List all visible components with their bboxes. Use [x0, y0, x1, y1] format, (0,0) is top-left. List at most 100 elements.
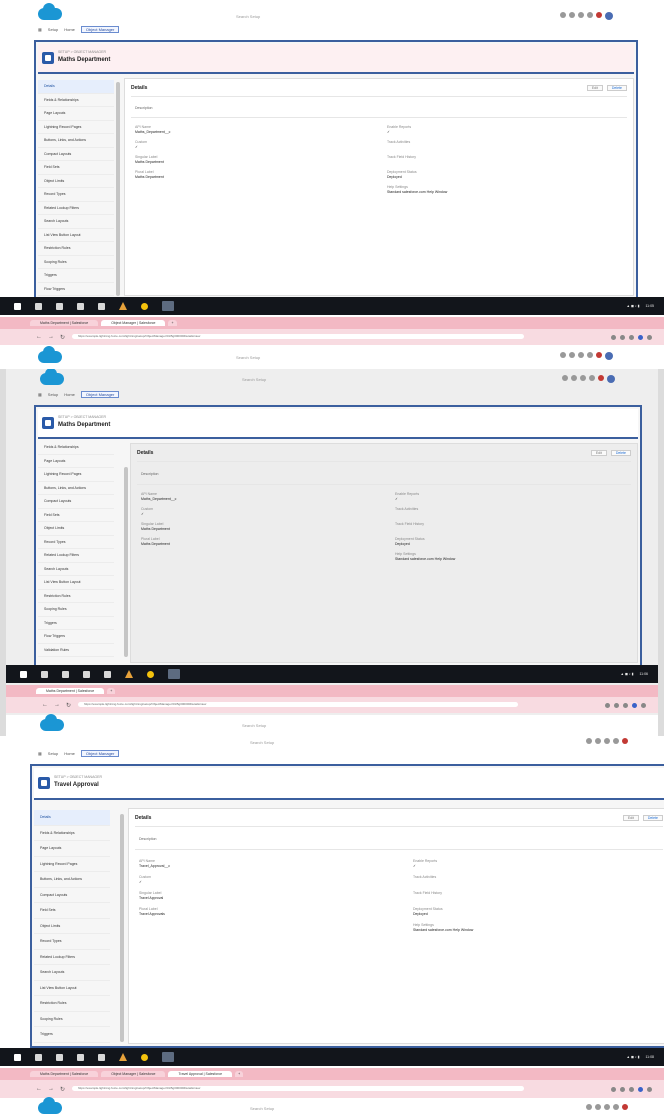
address-bar[interactable]: https://example.lightning.force.com/ligh…	[72, 334, 524, 339]
help-icon[interactable]	[604, 738, 610, 744]
file-explorer-icon[interactable]	[77, 1053, 84, 1061]
extension-icon[interactable]	[620, 1087, 625, 1092]
sidebar-scrollbar[interactable]	[120, 814, 124, 1042]
sidebar-item[interactable]: Page Layouts	[34, 841, 110, 857]
sidebar-item[interactable]: Triggers	[38, 617, 114, 630]
search-input[interactable]: Search Setup	[250, 740, 274, 745]
favorites-icon[interactable]	[586, 738, 592, 744]
delete-button[interactable]: Delete	[606, 85, 627, 91]
sidebar-item[interactable]: Lightning Record Pages	[38, 121, 114, 134]
help-icon[interactable]	[578, 352, 584, 358]
profile-icon[interactable]	[638, 1087, 643, 1092]
sidebar-item[interactable]: Buttons, Links, and Actions	[38, 134, 114, 148]
sidebar-item[interactable]: Restriction Rules	[34, 996, 110, 1012]
breadcrumb[interactable]: SETUP > OBJECT MANAGER	[58, 50, 106, 54]
sidebar-item[interactable]: Related Lookup Filters	[34, 950, 110, 965]
windows-start-icon[interactable]	[20, 670, 27, 678]
active-app-icon[interactable]	[162, 1052, 174, 1062]
sidebar-item[interactable]: Fields & Relationships	[38, 94, 114, 107]
search-icon[interactable]	[41, 670, 48, 678]
sidebar-item[interactable]: Validation Rules	[38, 644, 114, 657]
address-bar[interactable]: https://example.lightning.force.com/ligh…	[78, 702, 518, 707]
browser-tab[interactable]: Maths Department | Salesforce	[30, 320, 99, 326]
task-view-icon[interactable]	[56, 1053, 63, 1061]
search-icon[interactable]	[35, 302, 42, 310]
bell-icon[interactable]	[598, 375, 604, 381]
sidebar-item[interactable]: Search Layouts	[38, 215, 114, 229]
gear-icon[interactable]	[589, 375, 595, 381]
sidebar-item[interactable]: Lightning Record Pages	[34, 857, 110, 872]
edit-button[interactable]: Edit	[590, 450, 607, 456]
chrome-icon[interactable]	[147, 670, 154, 678]
browser-tab[interactable]: Maths Department | Salesforce	[30, 1071, 99, 1077]
gear-icon[interactable]	[613, 738, 619, 744]
avatar[interactable]	[605, 352, 613, 360]
search-input[interactable]: Search Setup	[236, 355, 260, 360]
sidebar-item[interactable]: Page Layouts	[38, 455, 114, 468]
app-launcher-icon[interactable]: ▦	[38, 392, 42, 397]
extension-icon[interactable]	[611, 1087, 616, 1092]
sidebar-item[interactable]: List View Button Layout	[38, 229, 114, 242]
app-icon[interactable]	[104, 670, 111, 678]
sidebar-item[interactable]: Related Lookup Filters	[38, 202, 114, 215]
clock[interactable]: 11:08	[646, 1055, 655, 1059]
search-input[interactable]: Search Setup	[242, 377, 266, 382]
tray-icons[interactable]: ▲ ◼ ♪ ▮	[627, 304, 640, 308]
active-app-icon[interactable]	[162, 301, 174, 311]
sidebar-item[interactable]: Related Lookup Filters	[38, 549, 114, 563]
add-icon[interactable]	[569, 12, 575, 18]
help-icon[interactable]	[580, 375, 586, 381]
sidebar-item[interactable]: Buttons, Links, and Actions	[38, 482, 114, 495]
bell-icon[interactable]	[596, 12, 602, 18]
help-icon[interactable]	[604, 1104, 610, 1110]
app-icon[interactable]	[98, 1053, 105, 1061]
tray-icons[interactable]: ▲ ◼ ♪ ▮	[621, 672, 634, 676]
sidebar-item[interactable]: Compact Layouts	[38, 495, 114, 509]
sidebar-item[interactable]: Flow Triggers	[38, 283, 114, 296]
avatar[interactable]	[607, 375, 615, 383]
search-input[interactable]: Search Setup	[236, 14, 260, 19]
search-input[interactable]: Search Setup	[242, 723, 266, 728]
menu-icon[interactable]	[647, 335, 652, 340]
browser-tab[interactable]: Object Manager | Salesforce	[101, 1071, 166, 1077]
sidebar-item[interactable]: Field Sets	[34, 903, 110, 919]
sidebar-item[interactable]: Buttons, Links, and Actions	[34, 872, 110, 888]
sidebar-item[interactable]: Lightning Record Pages	[38, 468, 114, 482]
tab-home[interactable]: Home	[64, 751, 75, 756]
chrome-icon[interactable]	[141, 1053, 148, 1061]
sidebar-item[interactable]: List View Button Layout	[34, 981, 110, 996]
sidebar-item[interactable]: Scoping Rules	[38, 256, 114, 269]
sidebar-item[interactable]: Details	[34, 810, 110, 826]
breadcrumb[interactable]: SETUP > OBJECT MANAGER	[58, 415, 106, 419]
tab-home[interactable]: Home	[64, 392, 75, 397]
edit-button[interactable]: Edit	[586, 85, 603, 91]
back-icon[interactable]: ←	[36, 1086, 42, 1092]
search-input[interactable]: Search Setup	[250, 1106, 274, 1111]
windows-start-icon[interactable]	[14, 1053, 21, 1061]
browser-tab[interactable]: Travel Approval | Salesforce	[168, 1071, 233, 1077]
sidebar-item[interactable]: Record Types	[34, 934, 110, 950]
clock[interactable]: 11:05	[646, 304, 655, 308]
edit-button[interactable]: Edit	[622, 815, 639, 821]
sidebar-item[interactable]: Record Types	[38, 188, 114, 202]
sidebar-item[interactable]: Field Sets	[38, 509, 114, 522]
reload-icon[interactable]: ↻	[60, 1086, 65, 1093]
favorites-icon[interactable]	[562, 375, 568, 381]
extension-icon[interactable]	[605, 703, 610, 708]
menu-icon[interactable]	[641, 703, 646, 708]
warning-app-icon[interactable]	[125, 670, 133, 678]
sidebar-item[interactable]: Record Types	[38, 536, 114, 549]
reload-icon[interactable]: ↻	[66, 702, 71, 709]
search-icon[interactable]	[35, 1053, 42, 1061]
tab-home[interactable]: Home	[64, 27, 75, 32]
sidebar-item[interactable]: Triggers	[38, 269, 114, 283]
bell-icon[interactable]	[596, 352, 602, 358]
new-tab-button[interactable]: +	[107, 688, 116, 694]
sidebar-item[interactable]: Fields & Relationships	[38, 441, 114, 455]
warning-app-icon[interactable]	[119, 302, 127, 310]
sidebar-item[interactable]: Flow Triggers	[38, 630, 114, 644]
address-bar[interactable]: https://example.lightning.force.com/ligh…	[72, 1086, 524, 1091]
task-view-icon[interactable]	[62, 670, 69, 678]
add-icon[interactable]	[595, 1104, 601, 1110]
sidebar-scrollbar[interactable]	[116, 82, 120, 296]
